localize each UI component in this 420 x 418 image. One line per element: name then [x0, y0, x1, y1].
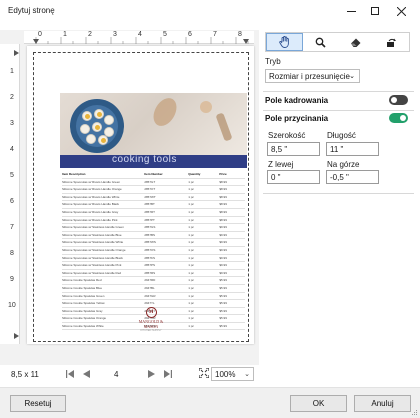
toggle-knob — [391, 97, 397, 103]
length-label: Długość — [327, 131, 356, 140]
ruler-label: 4 — [10, 146, 14, 153]
length-field[interactable]: 11 " — [326, 142, 379, 156]
divider — [263, 193, 414, 194]
minimize-button[interactable] — [338, 2, 364, 20]
close-button[interactable] — [388, 2, 414, 20]
last-page-icon — [164, 370, 172, 378]
reset-button-label: Resetuj — [24, 399, 52, 408]
next-page-button[interactable] — [145, 368, 157, 380]
ruler-label: 2 — [10, 94, 14, 101]
ruler-label: 4 — [138, 31, 142, 38]
page-number[interactable]: 4 — [114, 370, 118, 379]
resize-grip-icon[interactable] — [411, 409, 418, 416]
ruler-label: 3 — [10, 120, 14, 127]
eraser-icon — [351, 38, 361, 47]
width-field[interactable]: 8,5 " — [267, 142, 320, 156]
ruler-label: 8 — [10, 250, 14, 257]
horizontal-ruler: 0 1 2 3 4 5 6 7 8 — [24, 31, 254, 44]
page-navigation-bar: 8,5 x 11 4 100% ⌄ — [0, 365, 259, 383]
crop-field-label: Pole kadrowania — [265, 96, 329, 105]
divider — [263, 91, 414, 92]
top-offset-label: Na górze — [327, 160, 360, 169]
mode-select[interactable]: Rozmiar i przesunięcie ⌄ — [265, 69, 360, 83]
rotate-tool-button[interactable] — [374, 33, 409, 51]
length-value: 11 " — [330, 145, 344, 154]
ruler-label: 5 — [163, 31, 167, 38]
reset-button[interactable]: Resetuj — [10, 395, 66, 412]
left-offset-value: 0 " — [271, 173, 281, 182]
ruler-label: 7 — [213, 31, 217, 38]
ruler-label: 5 — [10, 172, 14, 179]
cancel-button[interactable]: Anuluj — [354, 395, 411, 412]
ruler-label: 7 — [10, 224, 14, 231]
width-label: Szerokość — [268, 131, 306, 140]
zoom-icon — [316, 37, 326, 48]
dialog-footer: Resetuj OK Anuluj — [0, 387, 420, 418]
top-offset-value: -0,5 " — [330, 173, 349, 182]
ruler-label: 6 — [10, 198, 14, 205]
ruler-right-marker[interactable] — [243, 39, 249, 44]
ruler-label: 6 — [188, 31, 192, 38]
fit-page-icon[interactable] — [199, 368, 209, 378]
ok-button-label: OK — [312, 399, 325, 408]
zoom-value: 100% — [215, 370, 236, 379]
clip-field-toggle[interactable] — [389, 113, 408, 123]
mode-value: Rozmiar i przesunięcie — [269, 72, 350, 81]
ruler-label: 1 — [10, 68, 14, 75]
window-title: Edytuj stronę — [8, 6, 55, 15]
ruler-label: 9 — [10, 276, 14, 283]
left-offset-label: Z lewej — [268, 160, 294, 169]
crop-field-toggle[interactable] — [389, 95, 408, 105]
first-page-icon — [66, 370, 74, 378]
last-page-button[interactable] — [162, 368, 174, 380]
crop-box-outline[interactable] — [33, 52, 249, 342]
close-icon — [396, 6, 406, 16]
tool-selector — [265, 32, 410, 52]
title-bar: Edytuj stronę — [0, 0, 420, 22]
vertical-ruler: 1 2 3 4 5 6 7 8 9 10 — [0, 44, 20, 344]
chevron-down-icon: ⌄ — [244, 371, 250, 378]
ruler-label: 3 — [113, 31, 117, 38]
minimize-icon — [346, 10, 356, 12]
ruler-label: 0 — [38, 31, 42, 38]
maximize-button[interactable] — [362, 2, 388, 20]
rotate-icon — [386, 38, 396, 47]
zoom-tool-button[interactable] — [303, 33, 338, 51]
first-page-button[interactable] — [64, 368, 76, 380]
ruler-left-marker[interactable] — [33, 39, 39, 44]
clip-field-label: Pole przycinania — [265, 114, 329, 123]
divider — [263, 110, 414, 111]
next-page-icon — [147, 370, 155, 378]
zoom-select[interactable]: 100% ⌄ — [211, 367, 254, 381]
chevron-down-icon: ⌄ — [349, 73, 355, 80]
toggle-knob — [400, 115, 406, 121]
ruler-bottom-marker[interactable] — [14, 333, 19, 339]
eraser-tool-button[interactable] — [339, 33, 374, 51]
width-value: 8,5 " — [271, 145, 288, 154]
ruler-label: 10 — [8, 302, 16, 309]
ruler-label: 8 — [238, 31, 242, 38]
mode-label: Tryb — [265, 57, 281, 66]
maximize-icon — [371, 7, 379, 15]
hand-tool-button[interactable] — [266, 33, 304, 51]
ruler-label: 2 — [88, 31, 92, 38]
ok-button[interactable]: OK — [290, 395, 347, 412]
left-offset-field[interactable]: 0 " — [267, 170, 320, 184]
page-size-label: 8,5 x 11 — [11, 370, 39, 379]
ruler-label: 1 — [63, 31, 67, 38]
top-offset-field[interactable]: -0,5 " — [326, 170, 379, 184]
cancel-button-label: Anuluj — [371, 399, 394, 408]
previous-page-button[interactable] — [80, 368, 92, 380]
hand-icon — [279, 36, 289, 48]
previous-page-icon — [82, 370, 90, 378]
ruler-top-marker[interactable] — [14, 50, 19, 56]
